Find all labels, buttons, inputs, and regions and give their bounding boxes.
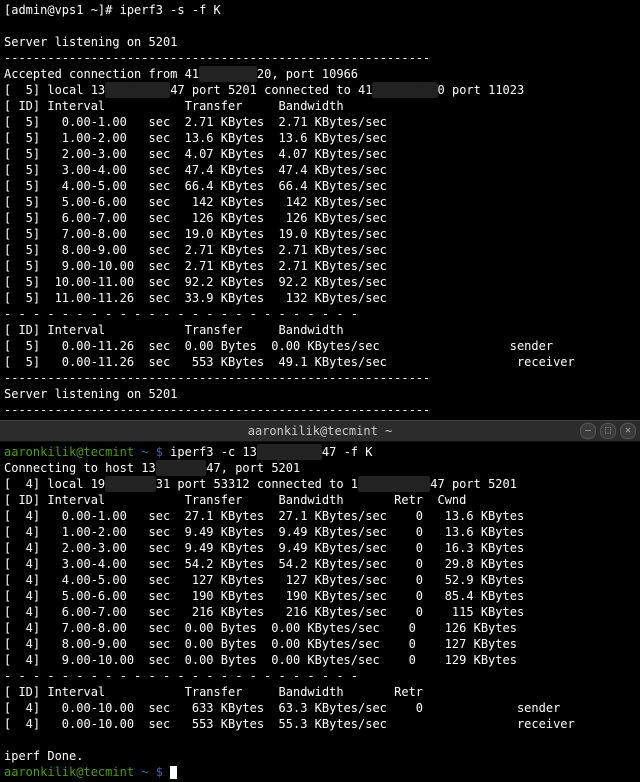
local-line: [ 5] local 13xxxxxxxxx47 port 5201 conne… xyxy=(4,82,636,98)
client-prompt: aaronkilik@tecmint ~ $ iperf3 -c 13xxxxx… xyxy=(4,444,636,460)
table-header: [ ID] Interval Transfer Bandwidth xyxy=(4,322,636,338)
table-row: [ 4] 8.00-9.00 sec 0.00 Bytes 0.00 KByte… xyxy=(4,636,636,652)
cursor-icon xyxy=(170,766,177,779)
table-row: [ 4] 3.00-4.00 sec 54.2 KBytes 54.2 KByt… xyxy=(4,556,636,572)
redacted-ip: xxxxxxxxx xyxy=(105,82,170,98)
summary-receiver: [ 4] 0.00-10.00 sec 553 KBytes 55.3 KByt… xyxy=(4,716,636,732)
redacted-ip: xxxxxxxxx xyxy=(257,444,322,460)
table-row: [ 5] 9.00-10.00 sec 2.71 KBytes 2.71 KBy… xyxy=(4,258,636,274)
summary-sender: [ 5] 0.00-11.26 sec 0.00 Bytes 0.00 KByt… xyxy=(4,338,636,354)
table-row: [ 4] 2.00-3.00 sec 9.49 KBytes 9.49 KByt… xyxy=(4,540,636,556)
table-row: [ 4] 5.00-6.00 sec 190 KBytes 190 KBytes… xyxy=(4,588,636,604)
table-row: [ 4] 6.00-7.00 sec 216 KBytes 216 KBytes… xyxy=(4,604,636,620)
table-row: [ 5] 2.00-3.00 sec 4.07 KBytes 4.07 KByt… xyxy=(4,146,636,162)
window-title: aaronkilik@tecmint ~ xyxy=(0,423,640,439)
separator: ----------------------------------------… xyxy=(4,402,636,418)
table-row: [ 5] 5.00-6.00 sec 142 KBytes 142 KBytes… xyxy=(4,194,636,210)
maximize-icon[interactable]: ⬚ xyxy=(600,423,616,439)
table-header: [ ID] Interval Transfer Bandwidth Retr xyxy=(4,684,636,700)
close-icon[interactable]: ✕ xyxy=(620,423,636,439)
table-row: [ 4] 0.00-1.00 sec 27.1 KBytes 27.1 KByt… xyxy=(4,508,636,524)
local-line: [ 4] local 19xxxxxxx31 port 53312 connec… xyxy=(4,476,636,492)
minimize-icon[interactable]: – xyxy=(580,423,596,439)
table-row: [ 5] 8.00-9.00 sec 2.71 KBytes 2.71 KByt… xyxy=(4,242,636,258)
redacted-ip: xxxxxxxxx xyxy=(372,82,437,98)
server-listening: Server listening on 5201 xyxy=(4,386,636,402)
client-data-rows: [ 4] 0.00-1.00 sec 27.1 KBytes 27.1 KByt… xyxy=(4,508,636,668)
table-row: [ 5] 7.00-8.00 sec 19.0 KBytes 19.0 KByt… xyxy=(4,226,636,242)
server-data-rows: [ 5] 0.00-1.00 sec 2.71 KBytes 2.71 KByt… xyxy=(4,114,636,306)
server-prompt: [admin@vps1 ~]# iperf3 -s -f K xyxy=(4,2,636,18)
table-header: [ ID] Interval Transfer Bandwidth xyxy=(4,98,636,114)
table-row: [ 5] 6.00-7.00 sec 126 KBytes 126 KBytes… xyxy=(4,210,636,226)
table-row: [ 4] 9.00-10.00 sec 0.00 Bytes 0.00 KByt… xyxy=(4,652,636,668)
table-header: [ ID] Interval Transfer Bandwidth Retr C… xyxy=(4,492,636,508)
redacted-ip: xxxxxxxxxx xyxy=(358,476,430,492)
client-prompt-idle[interactable]: aaronkilik@tecmint ~ $ xyxy=(4,764,636,780)
redacted-ip: xxxxxxx xyxy=(156,460,207,476)
accepted-line: Accepted connection from 41xxxxxxxx20, p… xyxy=(4,66,636,82)
table-row: [ 4] 4.00-5.00 sec 127 KBytes 127 KBytes… xyxy=(4,572,636,588)
table-row: [ 4] 1.00-2.00 sec 9.49 KBytes 9.49 KByt… xyxy=(4,524,636,540)
separator: - - - - - - - - - - - - - - - - - - - - … xyxy=(4,306,636,322)
table-row: [ 5] 1.00-2.00 sec 13.6 KBytes 13.6 KByt… xyxy=(4,130,636,146)
table-row: [ 5] 3.00-4.00 sec 47.4 KBytes 47.4 KByt… xyxy=(4,162,636,178)
iperf-done: iperf Done. xyxy=(4,748,636,764)
summary-receiver: [ 5] 0.00-11.26 sec 553 KBytes 49.1 KByt… xyxy=(4,354,636,370)
summary-sender: [ 4] 0.00-10.00 sec 633 KBytes 63.3 KByt… xyxy=(4,700,636,716)
table-row: [ 5] 11.00-11.26 sec 33.9 KBytes 132 KBy… xyxy=(4,290,636,306)
redacted-ip: xxxxxxx xyxy=(105,476,156,492)
window-titlebar[interactable]: aaronkilik@tecmint ~ – ⬚ ✕ xyxy=(0,420,640,442)
table-row: [ 4] 7.00-8.00 sec 0.00 Bytes 0.00 KByte… xyxy=(4,620,636,636)
redacted-ip: xxxxxxxx xyxy=(199,66,257,82)
server-listening: Server listening on 5201 xyxy=(4,34,636,50)
connecting-line: Connecting to host 13xxxxxxx47, port 520… xyxy=(4,460,636,476)
table-row: [ 5] 0.00-1.00 sec 2.71 KBytes 2.71 KByt… xyxy=(4,114,636,130)
separator: ----------------------------------------… xyxy=(4,370,636,386)
table-row: [ 5] 4.00-5.00 sec 66.4 KBytes 66.4 KByt… xyxy=(4,178,636,194)
separator: - - - - - - - - - - - - - - - - - - - - … xyxy=(4,668,636,684)
client-terminal[interactable]: aaronkilik@tecmint ~ $ iperf3 -c 13xxxxx… xyxy=(0,442,640,782)
server-terminal[interactable]: [admin@vps1 ~]# iperf3 -s -f K Server li… xyxy=(0,0,640,420)
table-row: [ 5] 10.00-11.00 sec 92.2 KBytes 92.2 KB… xyxy=(4,274,636,290)
separator: ----------------------------------------… xyxy=(4,50,636,66)
